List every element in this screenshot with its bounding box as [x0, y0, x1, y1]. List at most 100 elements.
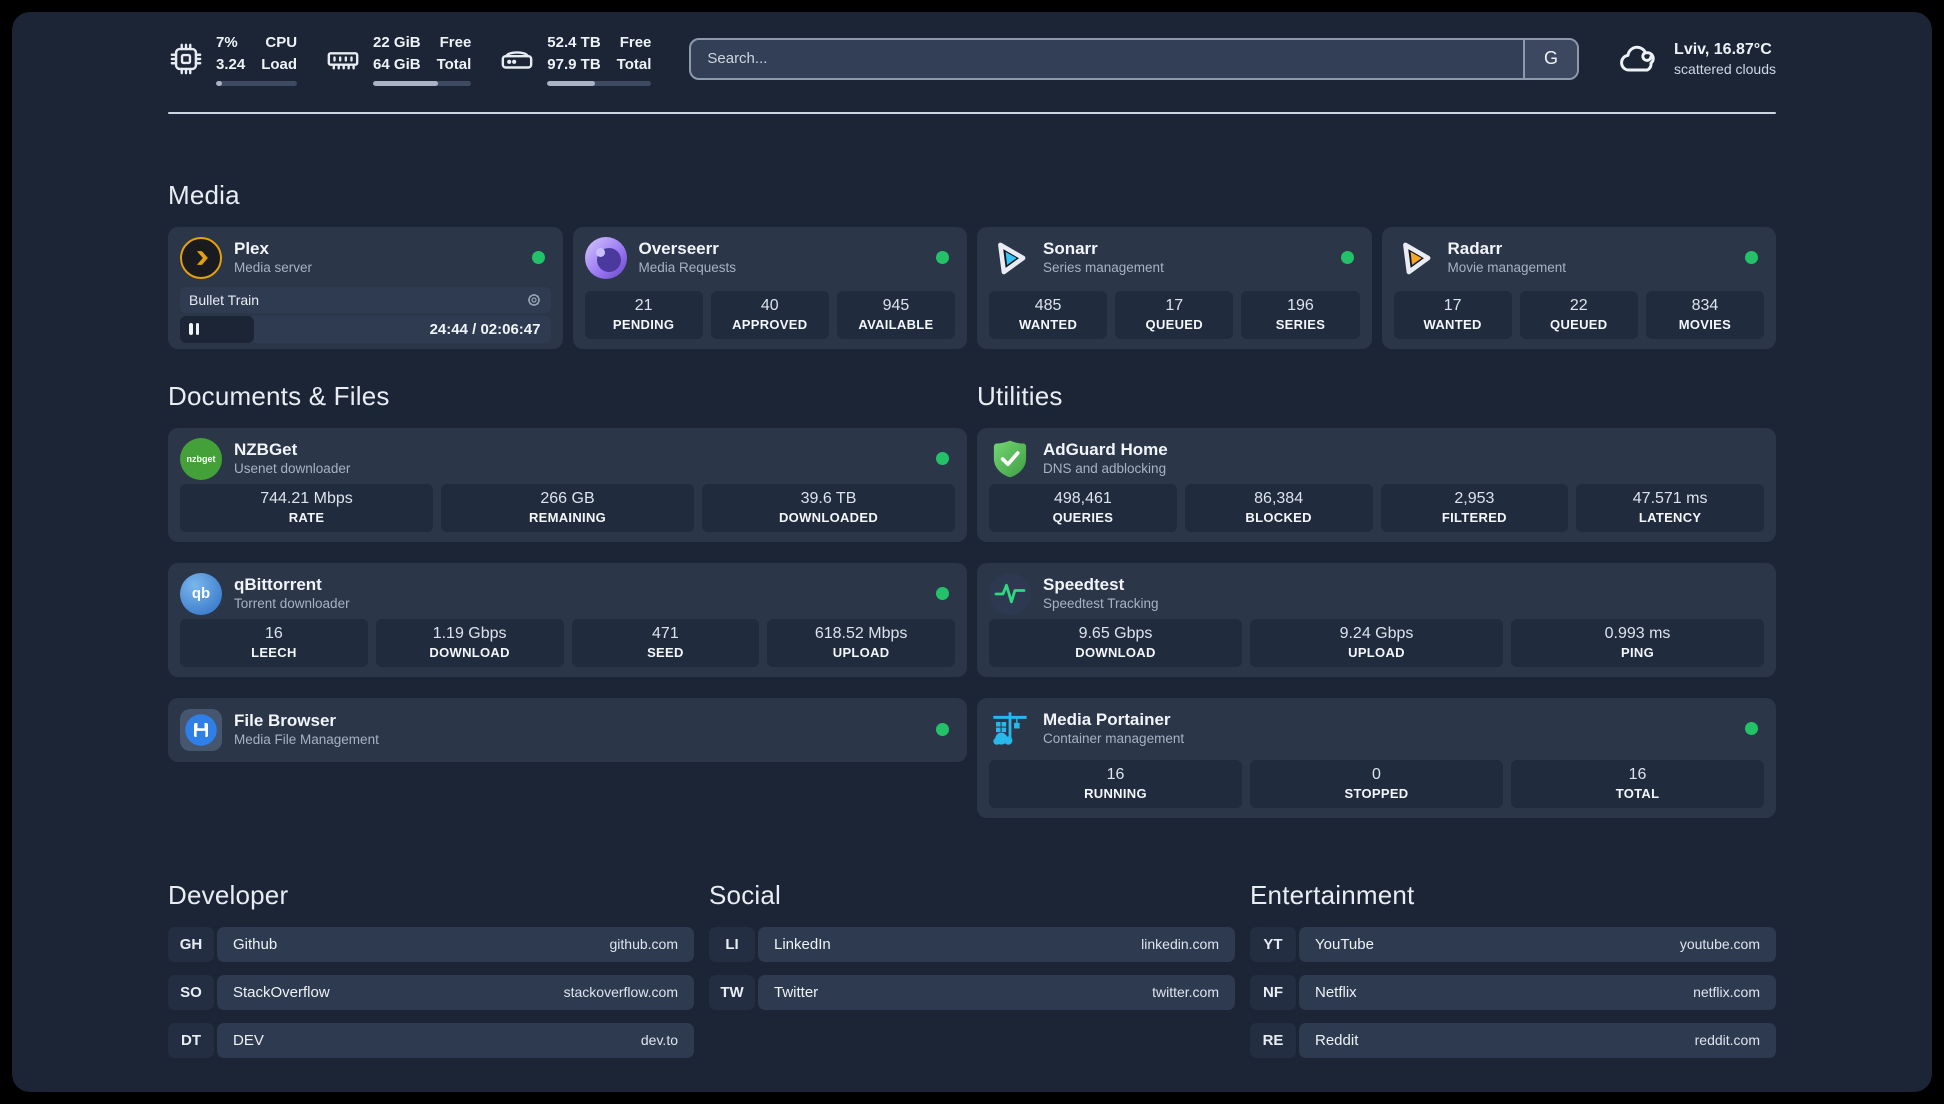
link-url: netflix.com: [1693, 984, 1760, 1000]
sonarr-title: Sonarr: [1043, 239, 1098, 259]
gear-icon[interactable]: [526, 292, 542, 308]
adguard-title: AdGuard Home: [1043, 440, 1168, 460]
stat-approved: 40 APPROVED: [710, 290, 829, 339]
stat-queued: 17 QUEUED: [1115, 290, 1234, 339]
links-entertainment: Entertainment YT YouTube youtube.com NF …: [1250, 880, 1776, 1058]
link-linkedin[interactable]: LI LinkedIn linkedin.com: [709, 926, 1235, 962]
stat-latency: 47.571 ms LATENCY: [1576, 483, 1764, 532]
storage-total: 97.9 TB: [547, 55, 601, 73]
pause-icon[interactable]: [189, 323, 199, 335]
adguard-icon: [989, 438, 1031, 480]
storage-free-label: Free: [619, 34, 652, 51]
link-abbr: SO: [168, 974, 214, 1010]
header-divider: [168, 111, 1776, 114]
media-grid: Plex Media server Bullet Train 24:44 / 0…: [168, 226, 1776, 349]
section-title-social: Social: [709, 879, 782, 910]
ram-icon: [325, 41, 361, 77]
top-bar: 7% 3.24 CPU Load 22 GiB 64 GiB Free Tota…: [168, 32, 1776, 86]
stat-ping: 0.993 ms PING: [1511, 618, 1764, 667]
qbittorrent-icon: qb: [180, 572, 222, 615]
cpu-load-label: Load: [261, 55, 298, 73]
stat-queued: 22 QUEUED: [1519, 290, 1638, 339]
links-social: Social LI LinkedIn linkedin.com TW Twitt…: [709, 880, 1235, 1058]
card-portainer[interactable]: Media Portainer Container management 16 R…: [977, 697, 1776, 818]
link-youtube[interactable]: YT YouTube youtube.com: [1250, 926, 1776, 962]
section-title-utilities: Utilities: [977, 380, 1063, 411]
stat-blocked: 86,384 BLOCKED: [1184, 483, 1373, 532]
link-twitter[interactable]: TW Twitter twitter.com: [709, 974, 1235, 1010]
weather-widget[interactable]: Lviv, 16.87°C scattered clouds: [1617, 37, 1776, 81]
portainer-icon: [989, 708, 1031, 750]
link-abbr: RE: [1250, 1022, 1296, 1058]
portainer-subtitle: Container management: [1043, 730, 1185, 746]
stat-total: 16 TOTAL: [1511, 759, 1764, 808]
card-overseerr[interactable]: Overseerr Media Requests 21 PENDING 40 APP…: [572, 226, 967, 349]
section-title-entertainment: Entertainment: [1250, 879, 1415, 910]
storage-free: 52.4 TB: [547, 34, 601, 51]
card-filebrowser[interactable]: File Browser Media File Management: [168, 697, 967, 762]
card-radarr[interactable]: Radarr Movie management 17 WANTED 22 QUEUE…: [1381, 226, 1776, 349]
card-plex[interactable]: Plex Media server Bullet Train 24:44 / 0…: [168, 226, 563, 349]
stat-rate: 744.21 Mbps RATE: [180, 483, 433, 532]
link-url: youtube.com: [1679, 936, 1760, 952]
stat-download: 1.19 Gbps DOWNLOAD: [375, 618, 564, 667]
radarr-icon: [1394, 237, 1436, 279]
system-stat-cpu: 7% 3.24 CPU Load: [168, 32, 298, 86]
stat-filtered: 2,953 FILTERED: [1380, 483, 1569, 532]
link-abbr: GH: [168, 926, 214, 962]
qbittorrent-title: qBittorrent: [234, 575, 322, 595]
link-url: twitter.com: [1152, 984, 1219, 1000]
link-name: Twitter: [774, 983, 819, 1001]
card-qbittorrent[interactable]: qb qBittorrent Torrent downloader 16 LEEC…: [168, 562, 967, 677]
memory-total: 64 GiB: [373, 55, 421, 73]
card-sonarr[interactable]: Sonarr Series management 485 WANTED 17 QUE…: [977, 226, 1372, 349]
search-input[interactable]: [691, 39, 1524, 78]
card-adguard[interactable]: AdGuard Home DNS and adblocking 498,461 Q…: [977, 427, 1776, 542]
link-abbr: DT: [168, 1022, 214, 1058]
stat-download: 9.65 Gbps DOWNLOAD: [989, 618, 1242, 667]
stat-running: 16 RUNNING: [989, 759, 1242, 808]
weather-location-temp: Lviv, 16.87°C: [1674, 40, 1772, 58]
stat-available: 945 AVAILABLE: [836, 290, 956, 339]
portainer-status-dot: [1745, 722, 1758, 735]
link-name: Reddit: [1315, 1031, 1359, 1049]
radarr-status-dot: [1745, 251, 1758, 264]
link-url: github.com: [609, 936, 678, 952]
portainer-title: Media Portainer: [1043, 710, 1171, 730]
sonarr-subtitle: Series management: [1043, 259, 1164, 275]
memory-progress-fill: [373, 80, 438, 86]
overseerr-icon: [584, 236, 627, 279]
filebrowser-status-dot: [936, 723, 949, 736]
stat-queries: 498,461 QUERIES: [989, 483, 1177, 532]
dashboard: 7% 3.24 CPU Load 22 GiB 64 GiB Free Tota…: [12, 12, 1932, 1092]
search-engine-button[interactable]: G: [1523, 39, 1578, 78]
filebrowser-icon: [180, 708, 222, 751]
card-nzbget[interactable]: nzbget NZBGet Usenet downloader 744.21 M…: [168, 427, 967, 542]
overseerr-subtitle: Media Requests: [638, 259, 737, 275]
playback-progress-bar[interactable]: 24:44 / 02:06:47: [180, 315, 551, 343]
link-github[interactable]: GH Github github.com: [168, 926, 694, 962]
stat-movies: 834 MOVIES: [1645, 290, 1765, 339]
link-reddit[interactable]: RE Reddit reddit.com: [1250, 1022, 1776, 1058]
stat-leech: 16 LEECH: [180, 618, 368, 667]
system-stat-storage: 52.4 TB 97.9 TB Free Total: [499, 32, 652, 86]
link-name: YouTube: [1315, 935, 1374, 953]
playback-progress-fill: [180, 315, 255, 343]
link-name: Github: [233, 935, 278, 953]
system-stat-memory: 22 GiB 64 GiB Free Total: [325, 32, 472, 86]
link-stackoverflow[interactable]: SO StackOverflow stackoverflow.com: [168, 974, 694, 1010]
storage-progress-bar: [547, 80, 652, 86]
plex-subtitle: Media server: [234, 259, 313, 275]
link-dev[interactable]: DT DEV dev.to: [168, 1022, 694, 1058]
nzbget-title: NZBGet: [234, 440, 298, 460]
nzbget-icon: nzbget: [180, 437, 222, 480]
stat-pending: 21 PENDING: [584, 290, 703, 339]
stat-upload: 9.24 Gbps UPLOAD: [1250, 618, 1503, 667]
playback-time: 24:44 / 02:06:47: [429, 320, 541, 338]
qbittorrent-subtitle: Torrent downloader: [234, 595, 350, 611]
card-speedtest[interactable]: Speedtest Speedtest Tracking 9.65 Gbps DO…: [977, 562, 1776, 677]
nzbget-subtitle: Usenet downloader: [234, 460, 351, 476]
cpu-progress-fill: [216, 80, 222, 86]
section-title-developer: Developer: [168, 879, 289, 910]
link-netflix[interactable]: NF Netflix netflix.com: [1250, 974, 1776, 1010]
